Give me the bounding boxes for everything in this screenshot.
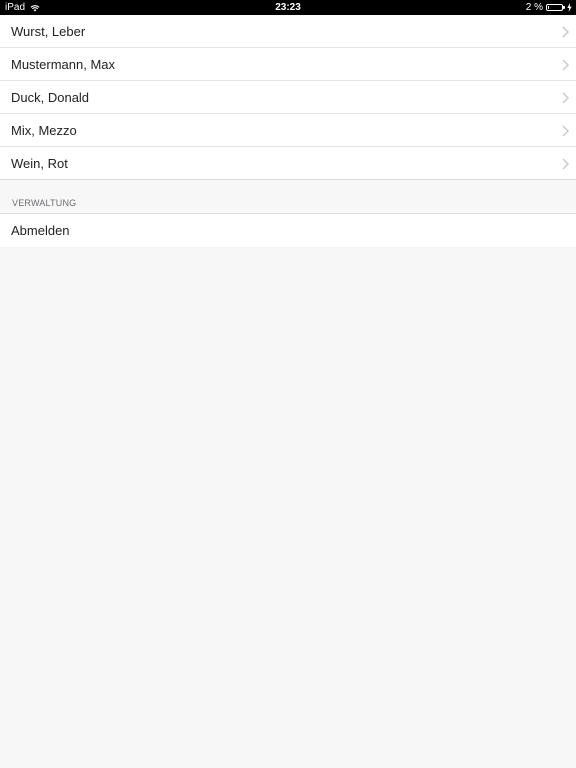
contact-row[interactable]: Wurst, Leber [0, 15, 576, 48]
status-bar: iPad 23:23 2 % [0, 0, 576, 15]
clock: 23:23 [275, 2, 301, 13]
battery-icon [546, 4, 565, 11]
contact-name: Duck, Donald [11, 90, 90, 105]
contact-list: Wurst, Leber Mustermann, Max Duck, Donal… [0, 15, 576, 180]
contact-name: Wein, Rot [11, 156, 68, 171]
contact-row[interactable]: Mix, Mezzo [0, 114, 576, 147]
contact-row[interactable]: Wein, Rot [0, 147, 576, 180]
chevron-right-icon [562, 92, 569, 104]
contact-name: Mix, Mezzo [11, 123, 77, 138]
chevron-right-icon [562, 26, 569, 38]
logout-label: Abmelden [11, 223, 70, 238]
admin-list: Abmelden [0, 213, 576, 247]
battery-fill [548, 6, 549, 9]
logout-row[interactable]: Abmelden [0, 214, 576, 247]
status-right: 2 % [526, 0, 572, 15]
contact-row[interactable]: Mustermann, Max [0, 48, 576, 81]
charging-bolt-icon [567, 3, 572, 12]
battery-percentage: 2 % [525, 2, 543, 13]
section-header-verwaltung: VERWALTUNG [12, 198, 77, 208]
contact-name: Wurst, Leber [11, 24, 86, 39]
chevron-right-icon [562, 125, 569, 137]
chevron-right-icon [562, 59, 569, 71]
contact-name: Mustermann, Max [11, 57, 116, 72]
contact-row[interactable]: Duck, Donald [0, 81, 576, 114]
chevron-right-icon [562, 158, 569, 170]
